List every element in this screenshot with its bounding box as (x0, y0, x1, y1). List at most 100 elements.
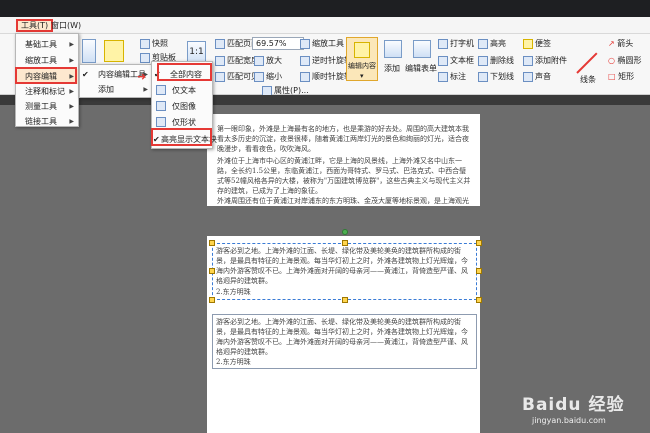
callout-button[interactable]: 标注 (438, 71, 466, 82)
fit-width-icon (215, 55, 225, 66)
resize-handle-bottom[interactable] (342, 297, 348, 303)
add-button-label[interactable]: 添加 (384, 63, 400, 74)
underline-button[interactable]: 下划线 (478, 71, 514, 82)
line-tool-icon[interactable] (576, 52, 598, 74)
text-block-2-body[interactable]: 游客必到之地。上海外滩的江面、长堤、绿化带及美轮美奂的建筑群所构成的街景，是最具… (216, 317, 474, 357)
menu-item-text-only[interactable]: 仅文本 (152, 83, 212, 98)
select-arrow-icon[interactable] (82, 39, 96, 63)
highlight-button[interactable]: 高亮 (478, 38, 506, 49)
menu-item-comment-markup[interactable]: 注释和标记 ▶ (16, 84, 78, 99)
rotate-cw-button[interactable]: 逆时针旋转 (300, 55, 352, 66)
fit-visible-button[interactable]: 匹配可见 (215, 71, 259, 82)
typewriter-icon (438, 38, 448, 49)
zoom-select[interactable]: 69.57% (252, 37, 304, 50)
zoom-in-icon (254, 55, 264, 66)
strikeout-icon (478, 55, 488, 66)
zoom-tool-button[interactable]: 缩放工具 ▾ (300, 38, 351, 49)
highlight-box-highlight-text-blocks (151, 128, 212, 146)
rectangle-tool-button[interactable]: □ 矩形 (608, 71, 634, 82)
title-bar (0, 0, 650, 17)
menu-item-measure-tools[interactable]: 测量工具 ▶ (16, 99, 78, 114)
callout-icon (438, 71, 448, 82)
watermark-url: jingyan.baidu.com (532, 416, 606, 425)
highlight-box-content-edit (15, 67, 77, 84)
menu-item-basic-tools[interactable]: 基础工具 ▶ (16, 37, 78, 52)
rotate-handle-icon[interactable] (342, 229, 348, 235)
text-block-2-heading[interactable]: 2.东方明珠 (216, 357, 251, 367)
chevron-right-icon: ▶ (69, 88, 74, 95)
zoom-in-button[interactable]: 放大 (254, 55, 282, 66)
chevron-right-icon: ▶ (69, 118, 74, 125)
arrow-tool-button[interactable]: ↗ 箭头 (608, 38, 633, 49)
baidu-logo: Baidu 经验 (522, 395, 625, 415)
shape-only-icon (156, 117, 166, 127)
sound-button[interactable]: 声音 (523, 71, 551, 82)
snapshot-button[interactable]: 快照 (140, 38, 168, 49)
checkmark-icon: ✔ (82, 70, 89, 79)
menu-item-image-only[interactable]: 仅图像 (152, 99, 212, 114)
fit-page-icon (215, 38, 225, 49)
textbox-icon (438, 55, 448, 66)
baidu-watermark: Baidu 经验 jingyan.baidu.com (522, 390, 642, 428)
resize-handle-right[interactable] (476, 268, 482, 274)
rotate-right-icon (300, 71, 310, 82)
resize-handle-bottom-left[interactable] (209, 297, 215, 303)
document-page-1: 第一眼印象，外滩是上海最有名的地方，也是乘游的好去处。周围的高大建筑本我看太多历… (207, 114, 480, 206)
paperclip-icon (523, 55, 533, 66)
add-text-icon[interactable] (384, 40, 402, 58)
strikeout-button[interactable]: 删除线 (478, 55, 514, 66)
text-block-1-heading[interactable]: 2.东方明珠 (216, 287, 251, 297)
zoom-out-icon (254, 71, 264, 82)
line-tool-label[interactable]: 线条 (580, 74, 596, 85)
chevron-right-icon: ▶ (69, 57, 74, 64)
fit-width-button[interactable]: 匹配宽度 (215, 55, 259, 66)
menu-item-add[interactable]: 添加 ▶ (80, 82, 152, 97)
edit-content-icon (354, 42, 370, 58)
chevron-right-icon: ▶ (69, 41, 74, 48)
zoom-out-button[interactable]: 缩小 (254, 71, 282, 82)
sticky-note-icon (523, 38, 533, 49)
page1-paragraph-1[interactable]: 第一眼印象，外滩是上海最有名的地方，也是乘游的好去处。周围的高大建筑本我看太多历… (217, 124, 473, 154)
menu-item-link-tools[interactable]: 链接工具 ▶ (16, 114, 78, 129)
menu-bar: 工具(T) 窗口(W) (0, 17, 650, 34)
properties-icon (262, 85, 272, 96)
highlight-icon (478, 38, 488, 49)
resize-handle-left[interactable] (209, 268, 215, 274)
edit-form-icon[interactable] (413, 40, 431, 58)
clipboard-icon (140, 52, 150, 63)
text-block-2[interactable]: 游客必到之地。上海外滩的江面、长堤、绿化带及美轮美奂的建筑群所构成的街景，是最具… (212, 314, 477, 369)
oval-icon: ○ (608, 56, 615, 65)
pointer-arrow-icon: ➜ (137, 70, 147, 83)
page1-paragraph-2[interactable]: 外滩位于上海市中心区的黄浦江畔，它是上海的风景线，上海外滩又名中山东一路，全长约… (217, 156, 473, 196)
menu-item-zoom-tools[interactable]: 缩放工具 ▶ (16, 53, 78, 68)
magnifier-icon (300, 38, 310, 49)
selected-text-block[interactable]: 游客必到之地。上海外滩的江面、长堤、绿化带及美轮美奂的建筑群所构成的街景，是最具… (212, 243, 477, 300)
arrow-icon: ↗ (608, 39, 615, 48)
select-text-icon[interactable] (104, 40, 124, 62)
typewriter-button[interactable]: 打字机 (438, 38, 474, 49)
edit-form-label[interactable]: 编辑表单 (405, 63, 437, 74)
text-only-icon (156, 85, 166, 95)
chevron-right-icon: ▶ (69, 103, 74, 110)
resize-handle-top-left[interactable] (209, 240, 215, 246)
text-block-1-body[interactable]: 游客必到之地。上海外滩的江面、长堤、绿化带及美轮美奂的建筑群所构成的街景，是最具… (216, 246, 474, 286)
oval-tool-button[interactable]: ○ 椭圆形 (608, 55, 642, 66)
resize-handle-bottom-right[interactable] (476, 297, 482, 303)
rectangle-icon: □ (608, 72, 616, 81)
add-attachment-button[interactable]: 添加附件 (523, 55, 567, 66)
speaker-icon (523, 71, 533, 82)
chevron-right-icon: ▶ (143, 86, 148, 93)
resize-handle-top-right[interactable] (476, 240, 482, 246)
rotate-left-icon (300, 55, 310, 66)
textbox-button[interactable]: 文本框 (438, 55, 474, 66)
rotate-ccw-button[interactable]: 顺时针旋转 (300, 71, 352, 82)
menu-window[interactable]: 窗口(W) (48, 19, 84, 32)
chevron-down-icon: ▾ (360, 72, 364, 80)
document-page-2: 游客必到之地。上海外滩的江面、长堤、绿化带及美轮美奂的建筑群所构成的街景，是最具… (207, 236, 480, 433)
sticky-note-button[interactable]: 便签 (523, 38, 551, 49)
edit-content-button[interactable]: 编辑内容 ▾ (346, 37, 378, 81)
page1-paragraph-3[interactable]: 外滩周围还有位于黄浦江对岸浦东的东方明珠、金茂大厦等地标景观，是上海观光的 (217, 196, 473, 206)
resize-handle-top[interactable] (342, 240, 348, 246)
highlight-box-all-content (157, 63, 212, 81)
camera-icon (140, 38, 150, 49)
